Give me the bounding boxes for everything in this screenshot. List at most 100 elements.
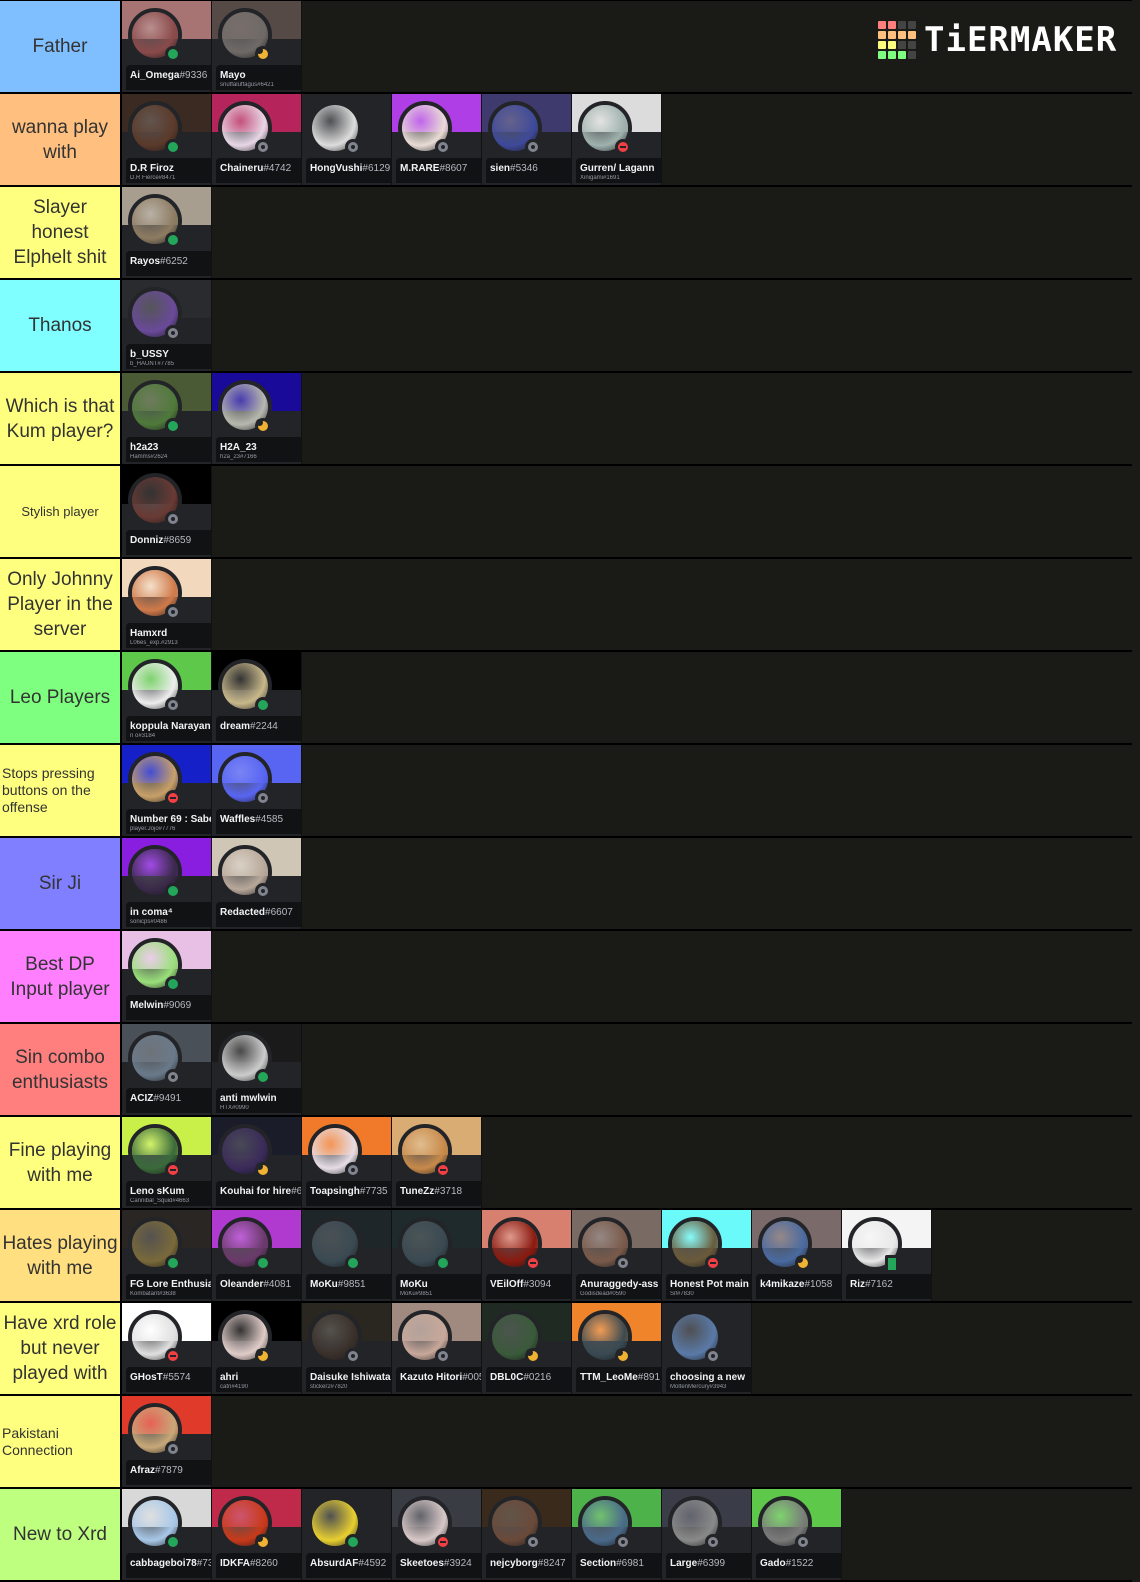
user-card[interactable]: MoKu MoKu#9851 [392, 1210, 482, 1301]
tier-label[interactable]: New to Xrd [0, 1489, 122, 1580]
user-card[interactable]: Melwin#9069 [122, 931, 212, 1022]
secondary-username: Sif#7830 [670, 1291, 694, 1297]
user-card[interactable]: in coma⁴ sonicps#0486 [122, 838, 212, 929]
tier-label[interactable]: wanna play with [0, 94, 122, 185]
user-card[interactable]: FG Lore EnthusiastKombatant#3638 [122, 1210, 212, 1301]
tier-items: Afraz#7879 [122, 1396, 212, 1487]
user-card[interactable]: Gado#1522 [752, 1489, 842, 1580]
logo-grid-cell [888, 21, 896, 29]
username-box: Kouhai for hire#655 [216, 1181, 301, 1206]
user-card[interactable]: MoKu#9851 [302, 1210, 392, 1301]
user-card[interactable]: k4mikaze#1058 [752, 1210, 842, 1301]
user-card[interactable]: H2A_23 h2a_23#7166 [212, 373, 302, 464]
user-card[interactable]: Skeetoes#3924 [392, 1489, 482, 1580]
user-card[interactable]: IDKFA#8260 [212, 1489, 302, 1580]
user-card[interactable]: nejcyborg#8247 [482, 1489, 572, 1580]
user-card[interactable]: sien#5346 [482, 94, 572, 185]
username-box: Donniz#8659 [126, 530, 211, 555]
user-card[interactable]: M.RARE#8607 [392, 94, 482, 185]
logo-grid-cell [898, 31, 906, 39]
username: Waffles#4585 [220, 814, 301, 825]
status-offline-icon [435, 1348, 451, 1364]
display-name: VEilOff [490, 1279, 524, 1290]
user-card[interactable]: koppula Narayana n o#3184 [122, 652, 212, 743]
user-card[interactable]: Kazuto Hitori#0053 [392, 1303, 482, 1394]
user-card[interactable]: Honest Pot main Sif#7830 [662, 1210, 752, 1301]
tier-label[interactable]: Sir Ji [0, 838, 122, 929]
user-card[interactable]: Large#6399 [662, 1489, 752, 1580]
user-card[interactable]: Afraz#7879 [122, 1396, 212, 1487]
user-card[interactable]: Redacted#6607 [212, 838, 302, 929]
user-card[interactable]: Ai_Omega#9336 [122, 1, 212, 92]
user-card[interactable]: Oleander#4081 [212, 1210, 302, 1301]
tier-label[interactable]: Best DP Input player [0, 931, 122, 1022]
tier-label[interactable]: Sin combo enthusiasts [0, 1024, 122, 1115]
tier-label[interactable]: Have xrd role but never played with [0, 1303, 122, 1394]
username-box: MoKu MoKu#9851 [396, 1274, 481, 1299]
discriminator: #2244 [250, 721, 278, 732]
tier-label[interactable]: Stylish player [0, 466, 122, 557]
status-offline-icon [705, 1534, 721, 1550]
tier-label[interactable]: Pakistani Connection [0, 1396, 122, 1487]
username-box: cabbageboi78#730 [126, 1553, 211, 1578]
user-card[interactable]: GHosT#5574 [122, 1303, 212, 1394]
discriminator: #6129 [362, 163, 391, 174]
tiermaker-logo[interactable]: TiERMAKER [878, 20, 1117, 60]
user-card[interactable]: Leno sKum Cannibal_Squid#4663 [122, 1117, 212, 1208]
display-name: H2A_23 [220, 442, 257, 453]
secondary-username: Xinigami#1691 [580, 175, 620, 181]
user-card[interactable]: DBL0C#0216 [482, 1303, 572, 1394]
user-card[interactable]: Kouhai for hire#655 [212, 1117, 302, 1208]
user-card[interactable]: TTM_LeoMe#891 [572, 1303, 662, 1394]
user-card[interactable]: Gurren/ Lagann Xinigami#1691 [572, 94, 662, 185]
tier-label[interactable]: Which is that Kum player? [0, 373, 122, 464]
user-card[interactable]: HongVushi#6129 [302, 94, 392, 185]
display-name: k4mikaze [760, 1279, 805, 1290]
tier-label[interactable]: Thanos [0, 280, 122, 371]
user-card[interactable]: Donniz#8659 [122, 466, 212, 557]
user-card[interactable]: Daisuke Ishiwatari sticker2#7820 [302, 1303, 392, 1394]
username-box: Melwin#9069 [126, 995, 211, 1020]
user-card[interactable]: h2a23 Hamms#2624 [122, 373, 212, 464]
user-card[interactable]: choosing a new MoltenMercury#3943 [662, 1303, 752, 1394]
user-card[interactable]: AbsurdAF#4592 [302, 1489, 392, 1580]
user-card[interactable]: Riz#7162 [842, 1210, 932, 1301]
user-card[interactable]: Number 69 : Sabecplayer.Jojo#7776 [122, 745, 212, 836]
user-card[interactable]: Hamxrd L06es_exp.#2913 [122, 559, 212, 650]
logo-grid-cell [908, 51, 916, 59]
discriminator: #9336 [179, 70, 208, 81]
username: TTM_LeoMe#891 [580, 1372, 661, 1383]
tier-row: Pakistani Connection Afraz#7879 [0, 1396, 1132, 1489]
tier-label[interactable]: Slayer honest Elphelt shit [0, 187, 122, 278]
user-card[interactable]: anti mwlwin HTX#0990 [212, 1024, 302, 1115]
username-box: b_USSY b_HAUNT#7785 [126, 344, 211, 369]
tier-label[interactable]: Father [0, 1, 122, 92]
user-card[interactable]: cabbageboi78#730 [122, 1489, 212, 1580]
secondary-username: sticker2#7820 [310, 1384, 348, 1390]
display-name: dream [220, 721, 251, 732]
user-card[interactable]: Chaineru#4742 [212, 94, 302, 185]
user-card[interactable]: VEilOff#3094 [482, 1210, 572, 1301]
user-card[interactable]: Anuraggedy-ass Godisdead#0590 [572, 1210, 662, 1301]
tier-label[interactable]: Only Johnny Player in the server [0, 559, 122, 650]
user-card[interactable]: Mayo snuffaluffagus#6421 [212, 1, 302, 92]
tier-label[interactable]: Leo Players [0, 652, 122, 743]
user-card[interactable]: TuneZz#3718 [392, 1117, 482, 1208]
user-card[interactable]: dream#2244 [212, 652, 302, 743]
user-card[interactable]: Section#6981 [572, 1489, 662, 1580]
status-offline-icon [615, 1255, 631, 1271]
discriminator: #4592 [358, 1558, 387, 1569]
user-card[interactable]: ahri catri#4190 [212, 1303, 302, 1394]
username: Ai_Omega#9336 [130, 70, 211, 81]
user-card[interactable]: D.R Firoz D.R Fierce#8471 [122, 94, 212, 185]
user-card[interactable]: Rayos#6252 [122, 187, 212, 278]
tier-label[interactable]: Stops pressing buttons on the offense [0, 745, 122, 836]
status-offline-icon [165, 1069, 181, 1085]
user-card[interactable]: b_USSY b_HAUNT#7785 [122, 280, 212, 371]
user-card[interactable]: Waffles#4585 [212, 745, 302, 836]
tier-label[interactable]: Hates playing with me [0, 1210, 122, 1301]
username: Kazuto Hitori#0053 [400, 1372, 481, 1383]
user-card[interactable]: ACIZ#9491 [122, 1024, 212, 1115]
tier-label[interactable]: Fine playing with me [0, 1117, 122, 1208]
user-card[interactable]: Toapsingh#7735 [302, 1117, 392, 1208]
